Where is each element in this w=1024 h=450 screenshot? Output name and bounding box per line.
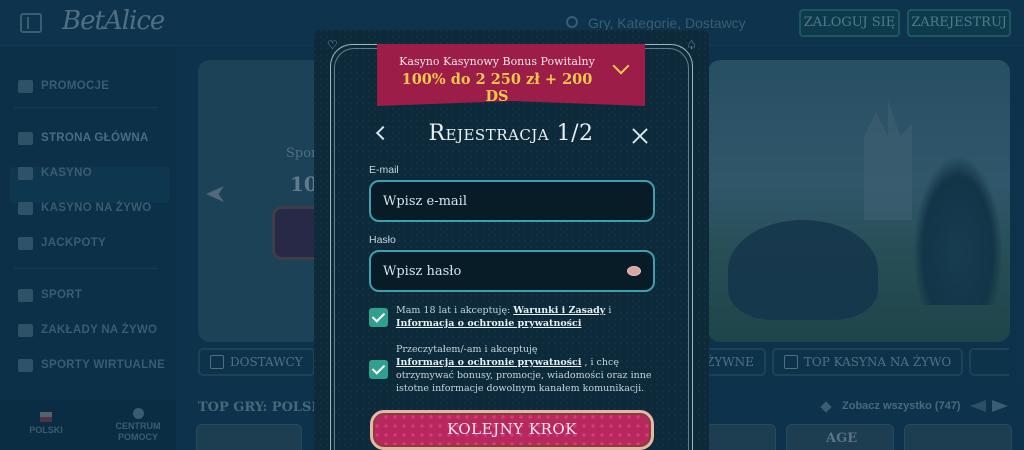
modal-title: Rejestracja 1/2 [428, 121, 594, 146]
next-step-label: KOLEJNY KROK [447, 420, 577, 438]
close-icon[interactable] [631, 127, 649, 145]
privacy-link[interactable]: Informacja o ochronie prywatności [396, 357, 581, 368]
terms-link[interactable]: Warunki i Zasady [513, 305, 605, 316]
spade-corner-icon: ♤ [686, 38, 697, 52]
marketing-checkbox[interactable] [369, 360, 388, 379]
email-label: E-mail [369, 164, 399, 176]
privacy-link[interactable]: Informacja o ochronie prywatności [396, 318, 581, 329]
heart-corner-icon: ♡ [327, 38, 338, 52]
eye-icon[interactable] [627, 266, 641, 276]
marketing-consent-text: Przeczytałem/-am i akceptuję Informacja … [396, 344, 652, 394]
email-field[interactable] [369, 180, 655, 222]
bonus-title: Kasyno Kasynowy Bonus Powitalny [399, 55, 595, 68]
password-label: Hasło [369, 234, 396, 246]
bonus-amount: 100% do 2 250 zł + 200 DS [401, 71, 593, 105]
terms-checkbox[interactable] [369, 308, 388, 327]
terms-consent-text: Mam 18 lat i akceptuję: Warunki i Zasady… [396, 305, 612, 329]
password-field[interactable] [369, 250, 655, 292]
